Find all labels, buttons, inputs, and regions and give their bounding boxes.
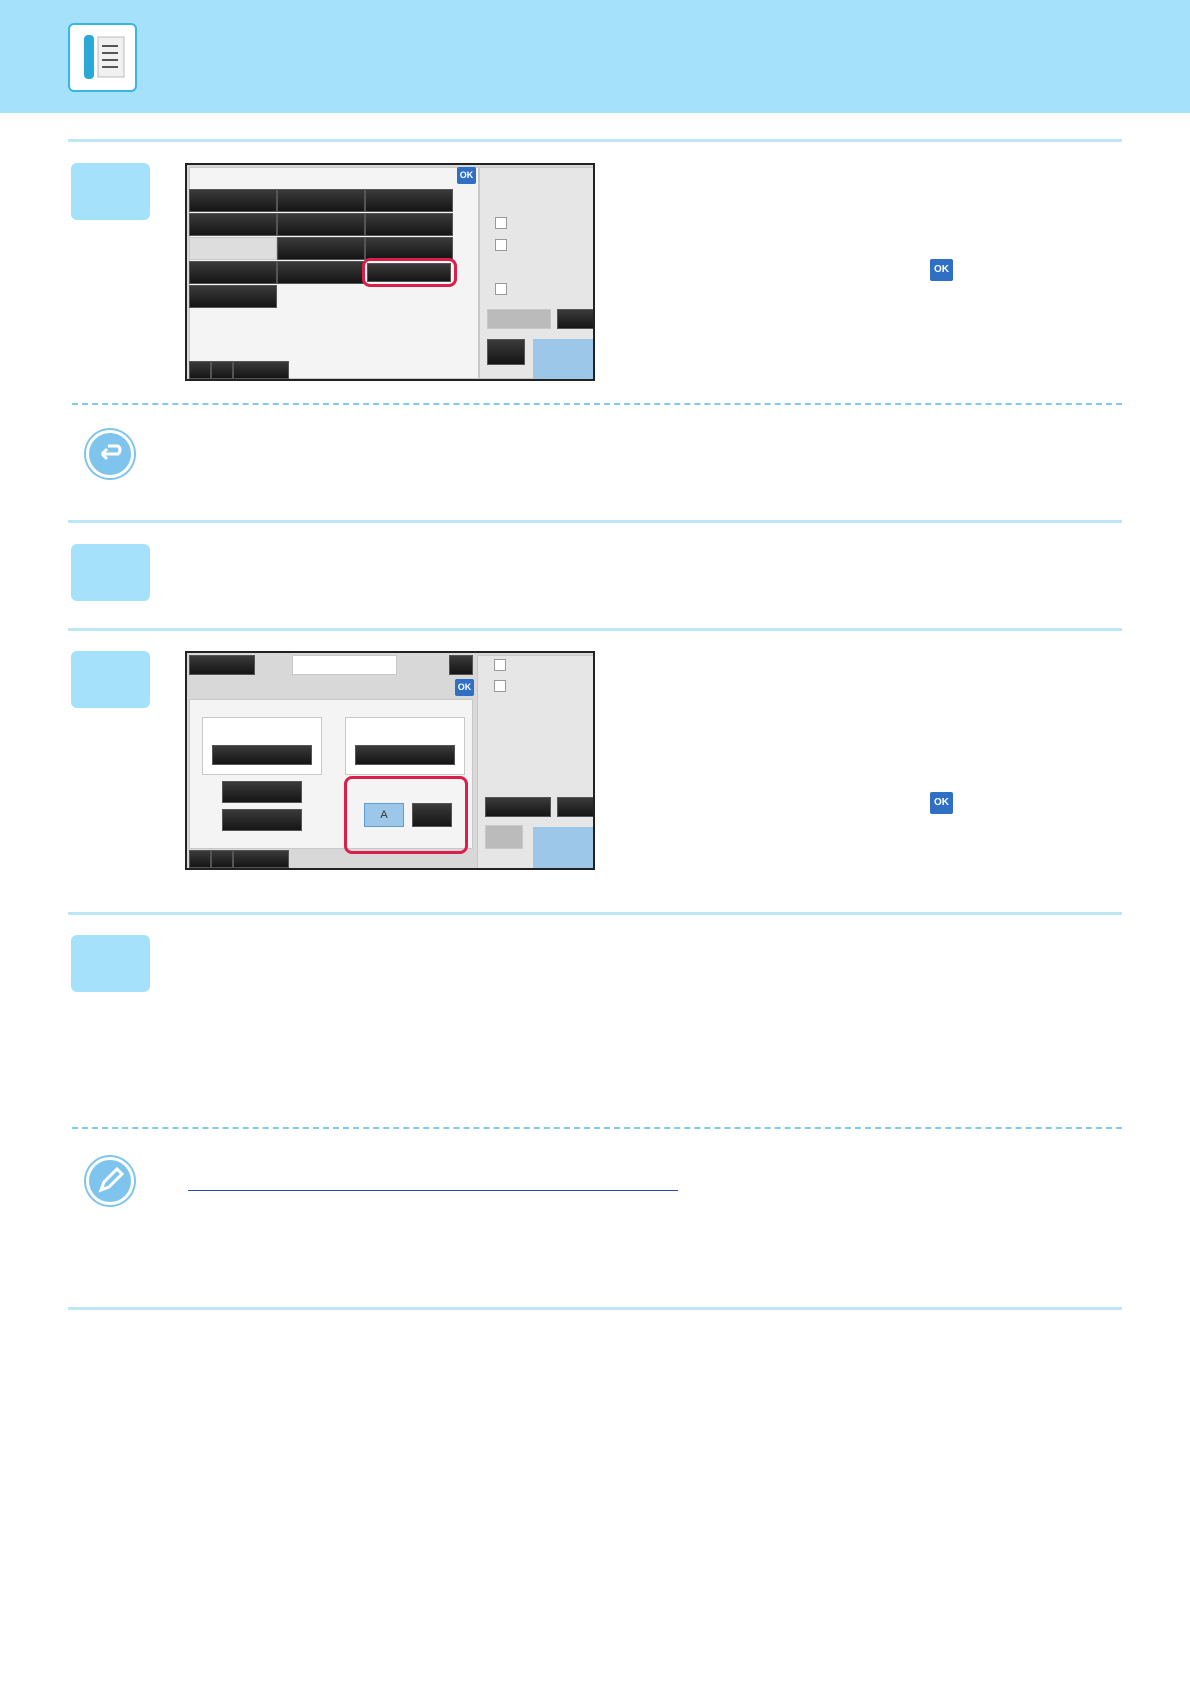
step-badge bbox=[71, 163, 150, 220]
note-divider bbox=[72, 1127, 1122, 1129]
star-icon[interactable] bbox=[189, 850, 211, 868]
return-arrow-icon bbox=[86, 430, 134, 478]
step-badge bbox=[71, 544, 150, 601]
check-icon[interactable] bbox=[211, 850, 233, 868]
inline-ok-icon: OK bbox=[930, 792, 953, 814]
star-icon[interactable] bbox=[189, 361, 211, 379]
ok-button[interactable]: OK bbox=[455, 679, 474, 696]
speaker-icon[interactable] bbox=[487, 339, 525, 365]
section-divider bbox=[68, 912, 1122, 915]
step-badge bbox=[71, 935, 150, 992]
inline-ok-icon: OK bbox=[930, 259, 953, 281]
screenshot-text-mode-panel: OK A bbox=[185, 651, 595, 870]
check-icon[interactable] bbox=[211, 361, 233, 379]
note-divider bbox=[72, 403, 1122, 405]
section-divider bbox=[68, 520, 1122, 523]
text-mode-button[interactable]: A bbox=[364, 803, 404, 827]
section-divider bbox=[68, 1307, 1122, 1310]
section-divider bbox=[68, 139, 1122, 142]
pencil-icon bbox=[86, 1157, 134, 1205]
step-badge bbox=[71, 651, 150, 708]
section-divider bbox=[68, 628, 1122, 631]
search-icon[interactable] bbox=[449, 655, 473, 675]
highlight-frame bbox=[362, 258, 457, 287]
fax-icon bbox=[68, 23, 137, 92]
image-mode-button[interactable] bbox=[412, 803, 452, 827]
reference-link-underline[interactable] bbox=[188, 1190, 678, 1191]
ok-button[interactable]: OK bbox=[457, 167, 476, 184]
screenshot-settings-panel: OK bbox=[185, 163, 595, 381]
header-banner bbox=[0, 0, 1190, 113]
